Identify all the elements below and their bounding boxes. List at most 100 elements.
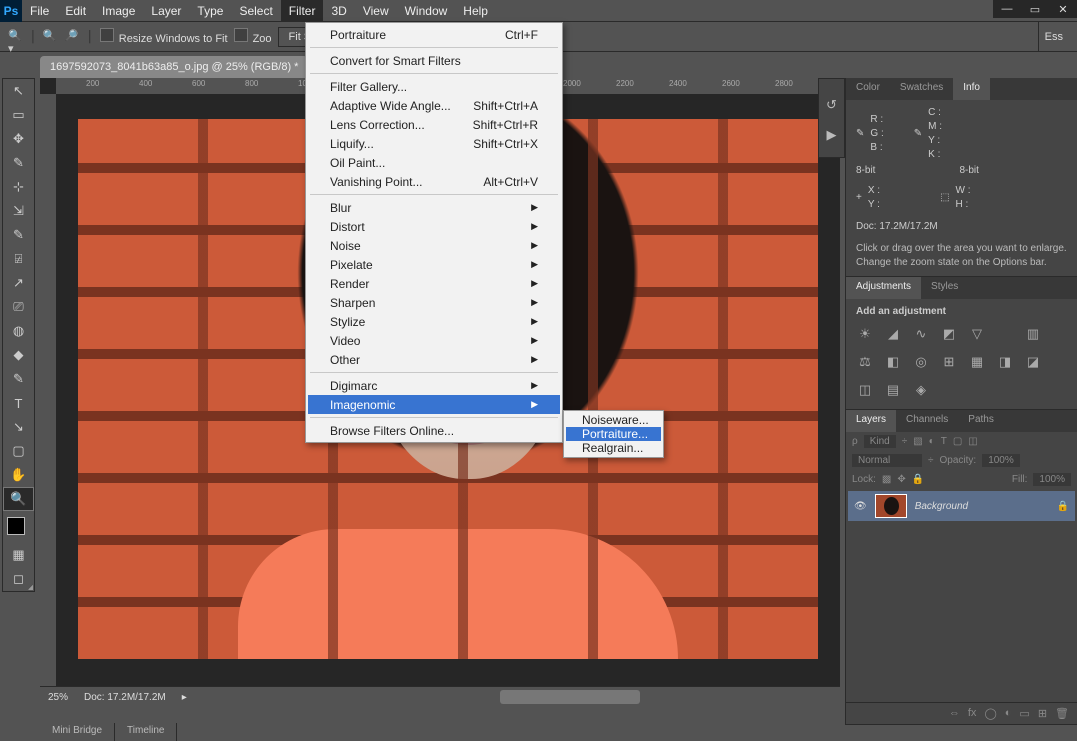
tool-17[interactable]: 🔍◢	[3, 487, 34, 511]
menu-item-sharpen[interactable]: Sharpen▶	[308, 293, 560, 312]
link-icon[interactable]: ⇔	[949, 707, 960, 720]
menu-type[interactable]: Type	[189, 0, 231, 22]
new-layer-icon[interactable]: ⊞	[1038, 707, 1047, 720]
menu-help[interactable]: Help	[455, 0, 496, 22]
tool-8[interactable]: ↗◢	[3, 271, 34, 295]
lock-all-icon[interactable]: 🔒	[912, 474, 924, 485]
workspace-switcher[interactable]: Ess	[1038, 22, 1069, 51]
tool-5[interactable]: ⇲◢	[3, 199, 34, 223]
group-icon[interactable]: ▭	[1019, 707, 1029, 720]
menu-item-lens-correction-[interactable]: Lens Correction...Shift+Ctrl+R	[308, 115, 560, 134]
balance-icon[interactable]: ⚖	[856, 353, 874, 371]
tab-channels[interactable]: Channels	[896, 410, 958, 432]
menu-image[interactable]: Image	[94, 0, 143, 22]
photo-filter-icon[interactable]: ◎	[912, 353, 930, 371]
filter-shape-icon[interactable]: ▢	[953, 436, 962, 447]
menu-item-pixelate[interactable]: Pixelate▶	[308, 255, 560, 274]
tab-color[interactable]: Color	[846, 78, 890, 100]
menu-item-vanishing-point-[interactable]: Vanishing Point...Alt+Ctrl+V	[308, 172, 560, 191]
curves-icon[interactable]: ∿	[912, 325, 930, 343]
menu-item-stylize[interactable]: Stylize▶	[308, 312, 560, 331]
lock-position-icon[interactable]: ✥	[897, 474, 905, 485]
exposure-icon[interactable]: ◩	[940, 325, 958, 343]
brightness-icon[interactable]: ☀	[856, 325, 874, 343]
menu-item-noise[interactable]: Noise▶	[308, 236, 560, 255]
tab-styles[interactable]: Styles	[921, 277, 968, 299]
bw-icon[interactable]: ◧	[884, 353, 902, 371]
bottom-tab-timeline[interactable]: Timeline	[115, 723, 177, 741]
layer-row[interactable]: 👁 Background 🔒	[848, 491, 1075, 521]
opacity-value[interactable]: 100%	[982, 454, 1020, 467]
tool-9[interactable]: ⎚◢	[3, 295, 34, 319]
tool-3[interactable]: ✎◢	[3, 151, 34, 175]
tool-6[interactable]: ✎◢	[3, 223, 34, 247]
menu-window[interactable]: Window	[397, 0, 456, 22]
menu-item-convert-for-smart-filters[interactable]: Convert for Smart Filters	[308, 51, 560, 70]
gradient-map-icon[interactable]: ▤	[884, 381, 902, 399]
selective-icon[interactable]: ◈	[912, 381, 930, 399]
zoom-all-checkbox[interactable]: Zoo	[234, 28, 272, 45]
tool-12[interactable]: ✎◢	[3, 367, 34, 391]
menu-3d[interactable]: 3D	[323, 0, 354, 22]
document-tab[interactable]: 1697592073_8041b63a85_o.jpg @ 25% (RGB/8…	[40, 56, 308, 78]
filter-type-icon[interactable]: T	[941, 436, 947, 447]
blend-mode[interactable]: Normal	[852, 454, 922, 467]
tool-10[interactable]: ◍◢	[3, 319, 34, 343]
levels-icon[interactable]: ◢	[884, 325, 902, 343]
mask-icon[interactable]: ◯	[984, 707, 996, 720]
tab-paths[interactable]: Paths	[958, 410, 1004, 432]
menu-layer[interactable]: Layer	[143, 0, 189, 22]
menu-item-distort[interactable]: Distort▶	[308, 217, 560, 236]
foreground-background-swatch[interactable]	[3, 515, 34, 543]
tool-1[interactable]: ▭◢	[3, 103, 34, 127]
tool-14[interactable]: ↘◢	[3, 415, 34, 439]
fx-icon[interactable]: fx	[968, 707, 977, 720]
tool-15[interactable]: ▢◢	[3, 439, 34, 463]
new-fill-icon[interactable]: ◐	[1005, 707, 1012, 720]
menu-item-video[interactable]: Video▶	[308, 331, 560, 350]
menu-item-noiseware-[interactable]: Noiseware...	[566, 413, 661, 427]
minimize-button[interactable]: —	[993, 0, 1021, 18]
hue-icon[interactable]: ▥	[1024, 325, 1042, 343]
tab-swatches[interactable]: Swatches	[890, 78, 953, 100]
collapsed-panels[interactable]: ↺ ▶	[818, 78, 845, 158]
zoom-in-icon[interactable]: 🔍	[43, 29, 59, 45]
tool-0[interactable]: ↖◢	[3, 79, 34, 103]
tab-layers[interactable]: Layers	[846, 410, 896, 432]
menu-item-blur[interactable]: Blur▶	[308, 198, 560, 217]
close-button[interactable]: ✕	[1049, 0, 1077, 18]
mixer-icon[interactable]: ⊞	[940, 353, 958, 371]
menu-item-portraiture[interactable]: PortraitureCtrl+F	[308, 25, 560, 44]
menu-item-realgrain-[interactable]: Realgrain...	[566, 441, 661, 455]
filter-smart-icon[interactable]: ◫	[968, 436, 977, 447]
lock-pixels-icon[interactable]: ▩	[882, 474, 891, 485]
menu-item-browse-filters-online-[interactable]: Browse Filters Online...	[308, 421, 560, 440]
threshold-icon[interactable]: ◫	[856, 381, 874, 399]
tool-16[interactable]: ✋◢	[3, 463, 34, 487]
tool-13[interactable]: T◢	[3, 391, 34, 415]
vibrance-icon[interactable]: ▽	[968, 325, 986, 343]
resize-windows-checkbox[interactable]: Resize Windows to Fit	[100, 28, 228, 45]
tab-info[interactable]: Info	[953, 78, 990, 100]
trash-icon[interactable]: 🗑	[1055, 707, 1069, 720]
menu-item-portraiture-[interactable]: Portraiture...	[566, 427, 661, 441]
menu-view[interactable]: View	[355, 0, 397, 22]
posterize-icon[interactable]: ◪	[1024, 353, 1042, 371]
menu-item-filter-gallery-[interactable]: Filter Gallery...	[308, 77, 560, 96]
invert-icon[interactable]: ◨	[996, 353, 1014, 371]
menu-item-liquify-[interactable]: Liquify...Shift+Ctrl+X	[308, 134, 560, 153]
tool-11[interactable]: ◆◢	[3, 343, 34, 367]
tab-adjustments[interactable]: Adjustments	[846, 277, 921, 299]
tool-7[interactable]: ⍯◢	[3, 247, 34, 271]
filter-adjust-icon[interactable]: ◐	[929, 436, 935, 447]
lookup-icon[interactable]: ▦	[968, 353, 986, 371]
zoom-level[interactable]: 25%	[48, 692, 68, 703]
layer-filter-kind[interactable]: Kind	[864, 435, 896, 448]
menu-item-oil-paint-[interactable]: Oil Paint...	[308, 153, 560, 172]
menu-item-render[interactable]: Render▶	[308, 274, 560, 293]
tool-4[interactable]: ⊹◢	[3, 175, 34, 199]
play-icon[interactable]: ▶	[827, 127, 837, 143]
menu-filter[interactable]: Filter	[281, 0, 324, 22]
menu-item-imagenomic[interactable]: Imagenomic▶	[308, 395, 560, 414]
zoom-out-icon[interactable]: 🔎	[65, 29, 81, 45]
